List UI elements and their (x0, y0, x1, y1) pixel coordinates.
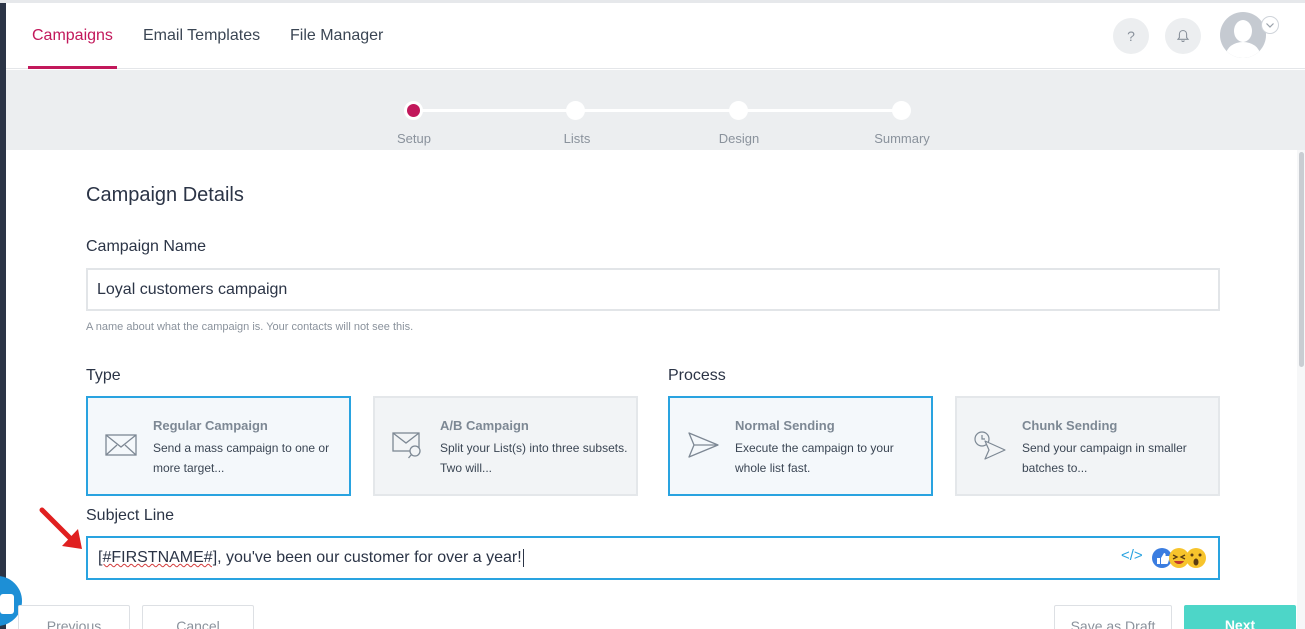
type-label: Type (86, 367, 121, 384)
step-label-design: Design (718, 131, 760, 146)
save-as-draft-button[interactable]: Save as Draft (1054, 605, 1172, 629)
option-title: Normal Sending (735, 418, 835, 433)
avatar[interactable] (1220, 12, 1266, 58)
campaign-name-label: Campaign Name (86, 238, 207, 255)
step-label-lists: Lists (563, 131, 591, 146)
chunk-sending-option[interactable]: Chunk Sending Send your campaign in smal… (955, 396, 1220, 496)
next-button[interactable]: Next (1184, 605, 1296, 629)
regular-campaign-option[interactable]: Regular Campaign Send a mass campaign to… (86, 396, 351, 496)
envelope-icon (105, 434, 137, 456)
subject-line-label: Subject Line (86, 507, 175, 524)
step-label-setup: Setup (397, 131, 431, 146)
campaign-name-hint: A name about what the campaign is. Your … (86, 321, 414, 333)
step-dot-setup[interactable] (404, 101, 423, 120)
account-menu-toggle[interactable] (1261, 16, 1279, 34)
option-description: Send your campaign in smaller batches to… (1022, 441, 1187, 475)
firstname-merge-tag: [#FIRSTNAME#] (98, 549, 218, 566)
clock-paper-plane-icon (974, 431, 1006, 460)
campaign-name-input[interactable]: Loyal customers campaign (86, 268, 1220, 311)
paper-plane-icon (688, 432, 719, 458)
emoji-picker-icon[interactable] (1151, 546, 1211, 570)
text-caret (522, 548, 524, 567)
subject-text: , you've been our customer for over a ye… (217, 549, 522, 566)
step-dot-design[interactable] (729, 101, 748, 120)
previous-button[interactable]: Previous (18, 605, 130, 629)
notifications-button[interactable] (1165, 18, 1201, 54)
bell-icon (1176, 29, 1190, 43)
option-title: Regular Campaign (153, 418, 268, 433)
code-icon[interactable]: </> (1121, 547, 1143, 564)
chat-icon (0, 594, 14, 614)
tab-file-manager[interactable]: File Manager (290, 3, 383, 69)
normal-sending-option[interactable]: Normal Sending Execute the campaign to y… (668, 396, 933, 496)
stepper-track (413, 109, 902, 112)
top-navigation: Campaigns Email Templates File Manager ? (6, 3, 1305, 69)
option-description: Split your List(s) into three subsets. T… (440, 441, 628, 475)
campaign-stepper: Setup Lists Design Summary (6, 70, 1305, 150)
envelope-search-icon (392, 432, 421, 459)
avatar-head (1234, 20, 1252, 42)
chevron-down-icon (1266, 23, 1274, 28)
scrollbar-thumb[interactable] (1299, 152, 1304, 367)
process-label: Process (668, 367, 726, 384)
step-dot-summary[interactable] (892, 101, 911, 120)
section-title: Campaign Details (86, 184, 244, 206)
cancel-button[interactable]: Cancel (142, 605, 254, 629)
help-button[interactable]: ? (1113, 18, 1149, 54)
step-dot-lists[interactable] (566, 101, 585, 120)
option-description: Send a mass campaign to one or more targ… (153, 441, 330, 475)
avatar-body (1226, 42, 1260, 58)
question-icon: ? (1127, 28, 1135, 44)
step-label-summary: Summary (874, 131, 930, 146)
tab-email-templates[interactable]: Email Templates (143, 3, 260, 69)
tab-campaigns[interactable]: Campaigns (28, 3, 117, 69)
option-title: Chunk Sending (1022, 418, 1118, 433)
annotation-arrow-icon (39, 507, 82, 549)
subject-line-input[interactable]: [#FIRSTNAME#], you've been our customer … (86, 536, 1220, 580)
ab-campaign-option[interactable]: A/B Campaign Split your List(s) into thr… (373, 396, 638, 496)
option-description: Execute the campaign to your whole list … (735, 441, 894, 475)
option-title: A/B Campaign (440, 418, 529, 433)
